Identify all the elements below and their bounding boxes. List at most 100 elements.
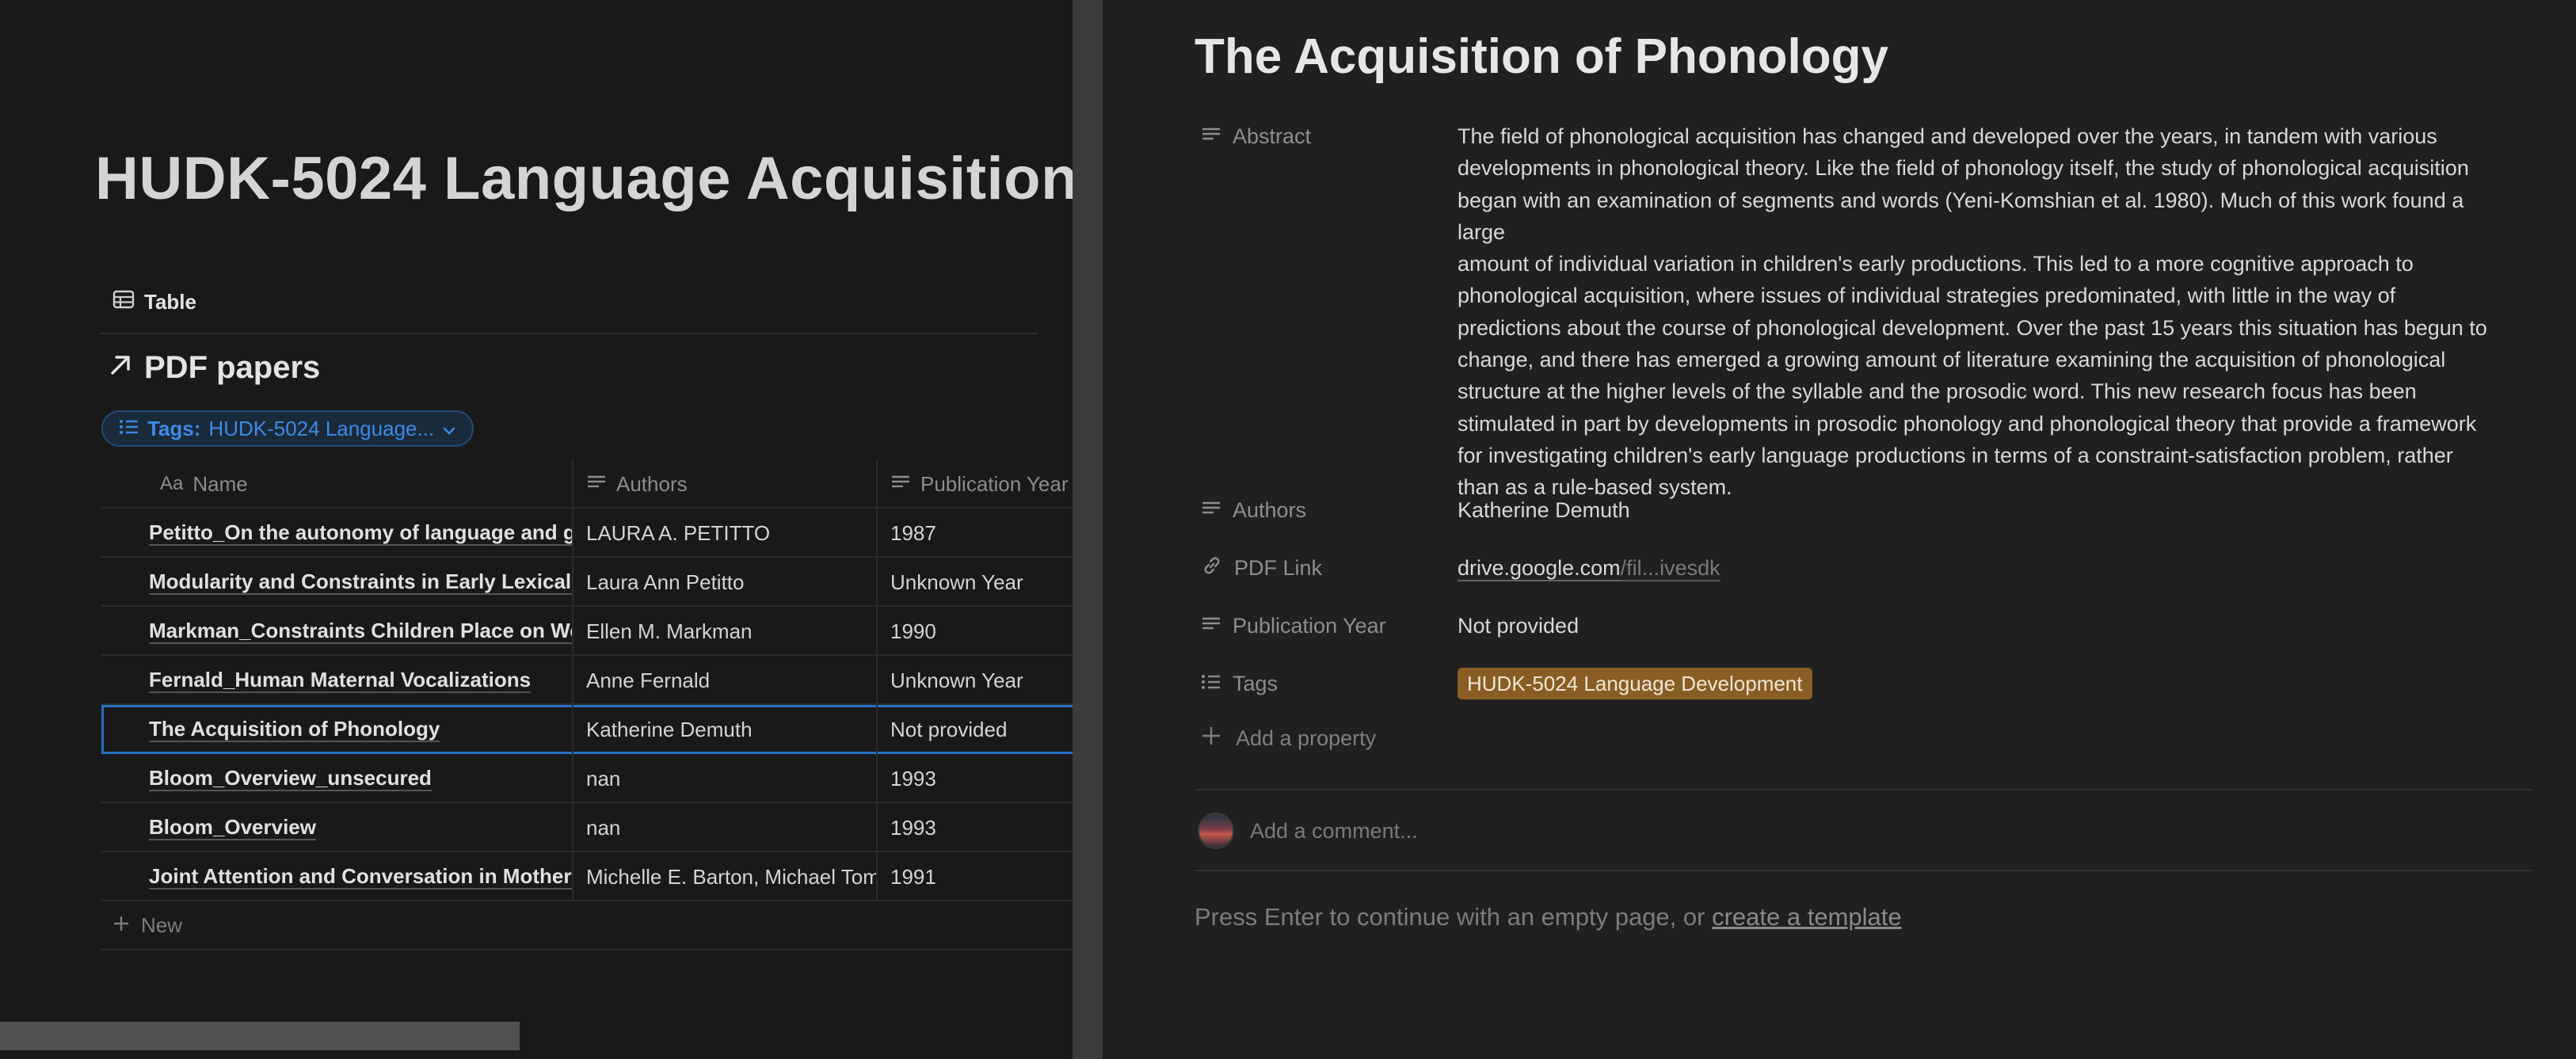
database-title-text: PDF papers (144, 350, 321, 385)
row-title[interactable]: Bloom_Overview_unsecured (149, 766, 432, 791)
comment-composer[interactable]: Add a comment... (1198, 813, 1418, 849)
pdf-link-host[interactable]: drive.google.com (1458, 556, 1621, 581)
chevron-down-icon (442, 417, 456, 441)
property-label[interactable]: Publication Year (1201, 610, 1458, 642)
property-label[interactable]: Abstract (1201, 120, 1458, 152)
table-row[interactable]: Bloom_Overview nan 1993 (101, 803, 1073, 852)
new-row-button[interactable]: New (101, 901, 1073, 950)
tags-value[interactable]: HUDK-5024 Language Development (1458, 668, 1812, 699)
column-header-year[interactable]: Publication Year (878, 459, 1073, 509)
table-header: Aa Name Authors Publication Year (101, 459, 1073, 509)
text-lines-icon (890, 472, 911, 497)
cell-name[interactable]: Fernald_Human Maternal Vocalizations (101, 656, 574, 705)
cell-year[interactable]: Not provided (878, 705, 1073, 754)
table-row[interactable]: Fernald_Human Maternal Vocalizations Ann… (101, 656, 1073, 705)
cell-year[interactable]: Unknown Year (878, 558, 1073, 607)
table-row-selected[interactable]: The Acquisition of Phonology Katherine D… (101, 705, 1073, 754)
abstract-label: Abstract (1233, 124, 1312, 148)
cell-year[interactable]: 1993 (878, 803, 1073, 852)
authors-value[interactable]: Katherine Demuth (1458, 494, 1630, 526)
cell-name[interactable]: Modularity and Constraints in Early Lexi… (101, 558, 574, 607)
pane-divider[interactable] (1073, 0, 1103, 1059)
abstract-value[interactable]: The field of phonological acquisition ha… (1458, 120, 2495, 504)
create-template-link[interactable]: create a template (1712, 903, 1902, 931)
authors-label: Authors (1233, 497, 1307, 522)
cell-authors[interactable]: LAURA A. PETITTO (574, 509, 878, 558)
divider (1195, 870, 2533, 871)
text-lines-icon (1201, 614, 1221, 638)
cell-authors[interactable]: nan (574, 754, 878, 803)
row-title[interactable]: Fernald_Human Maternal Vocalizations (149, 668, 532, 693)
row-title[interactable]: The Acquisition of Phonology (149, 717, 440, 742)
property-tags: Tags HUDK-5024 Language Development (1201, 668, 1812, 699)
database-title[interactable]: PDF papers (108, 350, 320, 386)
papers-table: Aa Name Authors Publication Year Petitto… (101, 459, 1073, 950)
year-label: Publication Year (1233, 613, 1386, 638)
plus-icon (1201, 726, 1221, 752)
add-property-label: Add a property (1236, 726, 1377, 750)
property-authors: Authors Katherine Demuth (1201, 494, 1630, 526)
new-row-label: New (141, 912, 183, 937)
table-row[interactable]: Markman_Constraints Children Place on Wo… (101, 607, 1073, 656)
property-abstract: Abstract The field of phonological acqui… (1201, 120, 2495, 504)
add-property-button[interactable]: Add a property (1201, 726, 1376, 752)
abstract-line: structure at the higher levels of the sy… (1458, 379, 2417, 404)
row-title[interactable]: Bloom_Overview (149, 815, 316, 840)
column-header-authors[interactable]: Authors (574, 459, 878, 509)
table-row[interactable]: Modularity and Constraints in Early Lexi… (101, 558, 1073, 607)
divider (1195, 789, 2533, 790)
table-row[interactable]: Joint Attention and Conversation in Moth… (101, 852, 1073, 901)
avatar (1198, 813, 1234, 849)
cell-year[interactable]: 1990 (878, 607, 1073, 656)
link-icon (1201, 554, 1223, 582)
cell-name[interactable]: Bloom_Overview_unsecured (101, 754, 574, 803)
cell-year[interactable]: 1987 (878, 509, 1073, 558)
tab-table[interactable]: Table (112, 290, 196, 314)
row-title[interactable]: Markman_Constraints Children Place on Wo… (149, 619, 572, 644)
property-publication-year: Publication Year Not provided (1201, 610, 1579, 642)
pdf-link-value[interactable]: drive.google.com/fil...ivesdk (1458, 552, 1721, 584)
plus-icon (112, 913, 130, 938)
property-label[interactable]: Authors (1201, 494, 1458, 526)
table-row[interactable]: Petitto_On the autonomy of language and … (101, 509, 1073, 558)
table-row[interactable]: Bloom_Overview_unsecured nan 1993 (101, 754, 1073, 803)
row-title[interactable]: Joint Attention and Conversation in Moth… (149, 864, 572, 889)
page-peek-pane: The Acquisition of Phonology Abstract Th… (1103, 0, 2576, 1059)
list-icon (1201, 672, 1221, 696)
abstract-line: began with an examination of segments an… (1458, 188, 2464, 244)
cell-authors[interactable]: nan (574, 803, 878, 852)
cell-authors[interactable]: Anne Fernald (574, 656, 878, 705)
row-title[interactable]: Petitto_On the autonomy of language and … (149, 520, 572, 546)
property-pdf-link: PDF Link drive.google.com/fil...ivesdk (1201, 552, 1721, 584)
property-label[interactable]: Tags (1201, 668, 1458, 699)
text-lines-icon (1201, 124, 1221, 149)
tags-filter-chip[interactable]: Tags: HUDK-5024 Language... (101, 410, 474, 447)
tag-badge[interactable]: HUDK-5024 Language Development (1458, 668, 1812, 699)
comment-input-placeholder[interactable]: Add a comment... (1250, 819, 1418, 844)
cell-year[interactable]: 1991 (878, 852, 1073, 901)
property-label[interactable]: PDF Link (1201, 552, 1458, 584)
document-title[interactable]: The Acquisition of Phonology (1195, 29, 1888, 85)
horizontal-scrollbar[interactable] (0, 1022, 520, 1050)
row-title[interactable]: Modularity and Constraints in Early Lexi… (149, 569, 572, 595)
cell-name[interactable]: Markman_Constraints Children Place on Wo… (101, 607, 574, 656)
cell-name[interactable]: Petitto_On the autonomy of language and … (101, 509, 574, 558)
cell-name[interactable]: The Acquisition of Phonology (101, 705, 574, 754)
year-value[interactable]: Not provided (1458, 610, 1579, 642)
table-icon (112, 290, 135, 314)
abstract-line: for investigating children's early langu… (1458, 443, 2453, 467)
pdf-link-path[interactable]: /fil...ivesdk (1620, 556, 1721, 581)
column-header-name[interactable]: Aa Name (101, 459, 574, 509)
empty-page-hint: Press Enter to continue with an empty pa… (1195, 903, 1902, 931)
cell-authors[interactable]: Laura Ann Petitto (574, 558, 878, 607)
arrow-up-right-icon (108, 350, 133, 386)
cell-authors[interactable]: Ellen M. Markman (574, 607, 878, 656)
cell-year[interactable]: Unknown Year (878, 656, 1073, 705)
filter-value: HUDK-5024 Language... (208, 416, 435, 440)
cell-year[interactable]: 1993 (878, 754, 1073, 803)
cell-name[interactable]: Joint Attention and Conversation in Moth… (101, 852, 574, 901)
cell-authors[interactable]: Michelle E. Barton, Michael Tomasello (574, 852, 878, 901)
cell-authors[interactable]: Katherine Demuth (574, 705, 878, 754)
cell-name[interactable]: Bloom_Overview (101, 803, 574, 852)
abstract-line: phonological acquisition, where issues o… (1458, 284, 2396, 308)
